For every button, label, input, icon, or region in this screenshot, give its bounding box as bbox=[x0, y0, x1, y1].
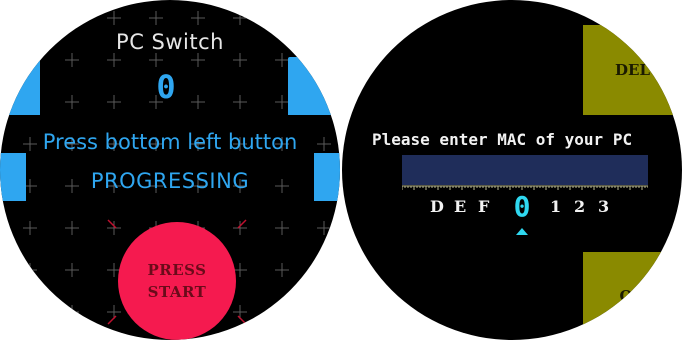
mac-prompt: Please enter MAC of your PC bbox=[372, 130, 633, 149]
char-option[interactable]: 3 bbox=[598, 197, 609, 227]
state-digit: 0 bbox=[156, 68, 176, 106]
char-option[interactable]: D bbox=[430, 197, 444, 227]
press-start-line1: PRESS bbox=[147, 261, 207, 279]
top-right-button-indicator[interactable] bbox=[288, 57, 340, 115]
delete-button[interactable]: DEL bbox=[583, 25, 682, 115]
press-start-button[interactable]: PRESS START bbox=[118, 222, 236, 340]
screen-title: PC Switch bbox=[116, 30, 224, 54]
char-option[interactable]: E bbox=[454, 197, 466, 227]
status-text: PROGRESSING bbox=[90, 169, 250, 193]
mac-input-field[interactable] bbox=[402, 155, 648, 185]
char-option[interactable]: F bbox=[478, 197, 489, 227]
mac-entry-screen: DEL Please enter MAC of your PC D E F 0 … bbox=[342, 0, 682, 340]
char-option[interactable]: 2 bbox=[574, 197, 585, 227]
char-option[interactable]: 1 bbox=[550, 197, 561, 227]
top-left-button-indicator[interactable] bbox=[0, 57, 40, 115]
pc-switch-screen: PC Switch 0 Press bottom left button PRO… bbox=[0, 0, 340, 340]
delete-button-label: DEL bbox=[615, 61, 650, 79]
instruction-text: Press bottom left button bbox=[42, 130, 298, 154]
press-start-line2: START bbox=[147, 283, 207, 301]
selected-char[interactable]: 0 bbox=[510, 190, 534, 224]
ok-button-label: OK bbox=[619, 287, 646, 305]
selection-caret-icon bbox=[516, 228, 528, 235]
ok-button[interactable]: OK bbox=[583, 252, 682, 340]
